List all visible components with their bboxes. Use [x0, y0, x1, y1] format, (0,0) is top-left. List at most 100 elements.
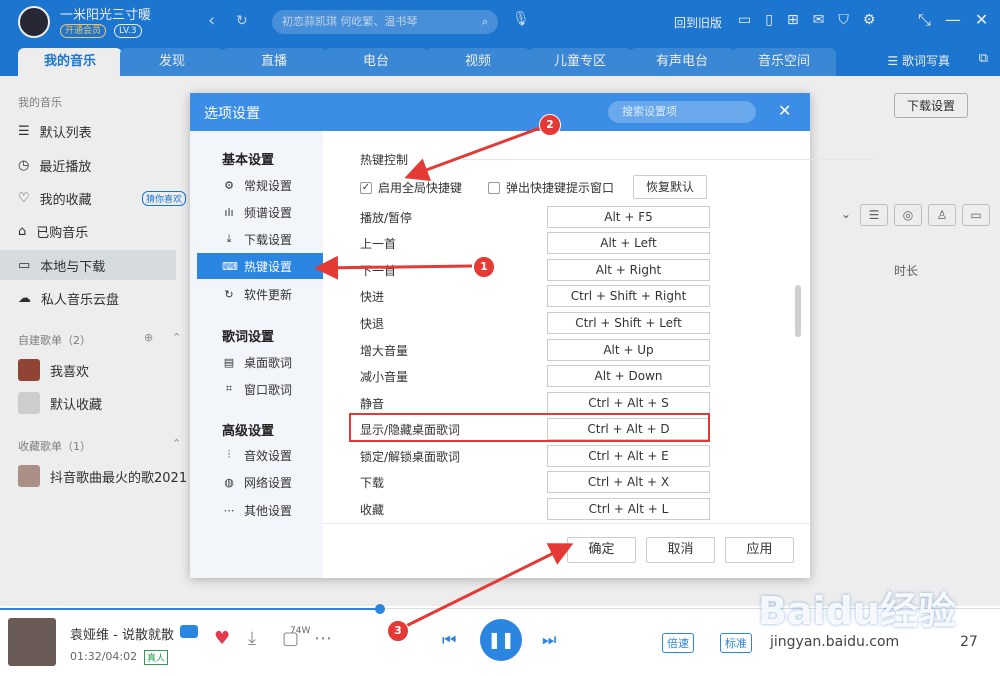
hotkey-field[interactable]: Alt + Left [547, 232, 710, 254]
watermark-brand: Baidu经验 [758, 589, 956, 633]
play-time: 01:32/04:02 [70, 650, 138, 663]
group-basic: 基本设置 [222, 153, 275, 168]
update-icon: ↻ [224, 287, 234, 301]
nav-label: 频谱设置 [244, 205, 293, 220]
hotkey-label: 下载 [360, 475, 385, 490]
hotkey-label: 快进 [360, 289, 385, 304]
apply-button[interactable]: 应用 [725, 537, 794, 563]
keyboard-icon: ⌨ [222, 259, 238, 273]
section-divider [463, 159, 875, 160]
heart-icon[interactable]: ♥ [214, 628, 230, 649]
nav-label: 软件更新 [244, 287, 293, 302]
section-heading: 热键控制 [360, 153, 409, 167]
hotkey-row: 锁定/解锁桌面歌词 Ctrl + Alt + E [360, 443, 710, 469]
hotkey-field[interactable]: Ctrl + Shift + Right [547, 285, 710, 307]
nav-sound-effects[interactable]: ⫶ 音效设置 [222, 442, 323, 468]
footer-divider [323, 523, 810, 524]
hotkey-field[interactable]: Alt + Down [547, 365, 710, 387]
ok-button[interactable]: 确定 [567, 537, 636, 563]
enable-global-hotkey-checkbox[interactable]: ✓ 启用全局快捷键 [360, 179, 462, 196]
hotkey-field[interactable]: Alt + Right [547, 259, 710, 281]
hotkey-label: 收藏 [360, 502, 385, 517]
hotkey-panel: 热键控制 ✓ 启用全局快捷键 弹出快捷键提示窗口 恢复默认 播放/暂停 Alt + … [323, 131, 875, 578]
previous-icon[interactable]: ⏮ [442, 630, 456, 650]
hotkey-label: 下一首 [360, 263, 397, 278]
globe-icon: ◍ [224, 475, 234, 489]
nav-label: 下载设置 [244, 232, 293, 247]
hotkey-row: 收藏 Ctrl + Alt + L [360, 496, 710, 522]
dialog-close-icon[interactable]: ✕ [778, 101, 791, 120]
hotkey-row: 下载 Ctrl + Alt + X [360, 469, 710, 495]
hotkey-label: 静音 [360, 396, 385, 411]
hotkey-row: 播放/暂停 Alt + F5 [360, 204, 710, 230]
progress-handle[interactable] [375, 604, 385, 614]
nav-download[interactable]: ⤓ 下载设置 [222, 226, 323, 252]
cancel-button[interactable]: 取消 [646, 537, 715, 563]
nav-label: 窗口歌词 [244, 382, 293, 397]
nav-label: 桌面歌词 [244, 355, 293, 370]
window-lyrics-icon: ⌗ [225, 382, 233, 395]
reset-default-button[interactable]: 恢复默认 [633, 175, 707, 199]
album-cover[interactable] [8, 618, 56, 666]
next-icon[interactable]: ⏭ [542, 630, 556, 650]
highlight-box [349, 413, 710, 442]
speed-button[interactable]: 倍速 [662, 633, 694, 653]
scrollbar-thumb[interactable] [795, 285, 801, 337]
hotkey-row: 下一首 Alt + Right [360, 257, 710, 283]
annotation-badge: 3 [387, 620, 409, 642]
hotkey-row: 增大音量 Alt + Up [360, 337, 710, 363]
nav-window-lyrics[interactable]: ⌗ 窗口歌词 [222, 376, 323, 402]
group-advanced: 高级设置 [222, 424, 275, 439]
nav-update[interactable]: ↻ 软件更新 [222, 281, 323, 307]
pause-button[interactable]: ❚❚ [480, 619, 522, 661]
settings-search-input[interactable]: 搜索设置项 [608, 101, 756, 123]
song-title[interactable]: 袁娅维 - 说散就散 [70, 624, 174, 643]
gear-icon: ⚙ [224, 178, 234, 192]
hotkey-row: 快退 Ctrl + Shift + Left [360, 310, 710, 336]
nav-network[interactable]: ◍ 网络设置 [222, 469, 323, 495]
settings-nav: 基本设置 ⚙ 常规设置 ılı 频谱设置 ⤓ 下载设置 ⌨ 热键设置 ↻ 软件更新 歌词设… [190, 131, 323, 578]
hotkey-row: 减小音量 Alt + Down [360, 363, 710, 389]
hotkey-label: 增大音量 [360, 343, 409, 358]
hotkey-field[interactable]: Ctrl + Alt + E [547, 445, 710, 467]
nav-other[interactable]: ⋯ 其他设置 [222, 497, 323, 523]
comment-count: 74W [290, 626, 311, 636]
dialog-title: 选项设置 [204, 106, 260, 122]
quality-button[interactable]: 标准 [720, 633, 752, 653]
checkbox-label: 启用全局快捷键 [378, 181, 463, 195]
hotkey-label: 锁定/解锁桌面歌词 [360, 449, 461, 464]
annotation-badge: 1 [473, 256, 495, 278]
hotkey-row: 上一首 Alt + Left [360, 230, 710, 256]
download-icon[interactable]: ⤓ [248, 628, 256, 649]
more-icon: ⋯ [223, 503, 235, 517]
hotkey-field[interactable]: Alt + F5 [547, 206, 710, 228]
hotkey-field[interactable]: Ctrl + Shift + Left [547, 312, 710, 334]
hotkey-label: 减小音量 [360, 369, 409, 384]
nav-label: 热键设置 [244, 259, 293, 274]
nav-desktop-lyrics[interactable]: ▤ 桌面歌词 [222, 349, 323, 375]
download-icon: ⤓ [226, 232, 232, 245]
progress-fill [0, 608, 380, 610]
nav-label: 音效设置 [244, 448, 293, 463]
dialog-header: 选项设置 搜索设置项 ✕ [190, 93, 810, 131]
nav-hotkey[interactable]: ⌨ 热键设置 [197, 253, 323, 279]
real-voice-badge: 真人 [144, 650, 169, 665]
desktop-lyrics-icon: ▤ [223, 355, 235, 369]
hotkey-field[interactable]: Ctrl + Alt + S [547, 392, 710, 414]
hotkey-label: 快退 [360, 316, 385, 331]
hotkey-field[interactable]: Ctrl + Alt + L [547, 498, 710, 520]
checkbox-label: 弹出快捷键提示窗口 [506, 181, 615, 195]
playlist-count[interactable]: 27 [960, 634, 978, 650]
more-icon[interactable]: ⋯ [314, 628, 332, 649]
checkbox-checked: ✓ [360, 181, 372, 194]
hotkey-field[interactable]: Alt + Up [547, 339, 710, 361]
nav-label: 常规设置 [244, 178, 293, 193]
mv-icon[interactable] [180, 625, 198, 638]
nav-spectrum[interactable]: ılı 频谱设置 [222, 199, 323, 225]
nav-general[interactable]: ⚙ 常规设置 [222, 172, 323, 198]
hotkey-field[interactable]: Ctrl + Alt + X [547, 471, 710, 493]
popup-hint-checkbox[interactable]: 弹出快捷键提示窗口 [488, 179, 614, 196]
hotkey-label: 播放/暂停 [360, 210, 413, 225]
group-lyrics: 歌词设置 [222, 330, 275, 345]
options-dialog: 选项设置 搜索设置项 ✕ 基本设置 ⚙ 常规设置 ılı 频谱设置 ⤓ 下载设置 ⌨ 热… [190, 93, 875, 578]
